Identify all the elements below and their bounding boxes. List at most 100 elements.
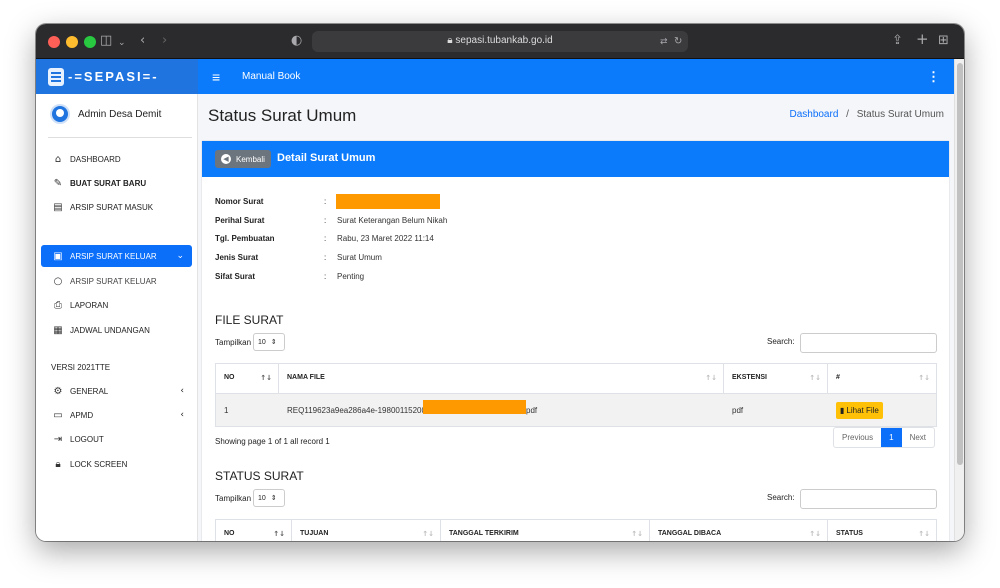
file-length-control: Tampilkan 10 ⇕: [215, 333, 286, 351]
status-search-input[interactable]: [800, 489, 937, 509]
column-header-action[interactable]: # ↑↓: [828, 364, 936, 393]
lihat-file-label: Lihat File: [846, 406, 879, 415]
detail-key: Perihal Surat: [215, 216, 265, 225]
file-icon: ▮: [840, 406, 845, 415]
plus-icon[interactable]: +: [916, 31, 929, 47]
arrow-left-circle-icon: ◀: [221, 154, 231, 164]
sidebar-item-arsip-surat-keluar[interactable]: ▣ ARSIP SURAT KELUAR ⌄: [41, 245, 192, 267]
inbox-icon: ▤: [53, 201, 63, 213]
browser-toolbar: ◫ ⌄ ‹ › ◐ 🔒︎ sepasi.tubankab.go.id ⇄ ↻ ⇪…: [36, 24, 964, 59]
sidebar-subitem-arsip-surat-keluar[interactable]: ○ ARSIP SURAT KELUAR: [41, 270, 192, 292]
page-scrollbar[interactable]: [954, 59, 964, 541]
cell-name-prefix: REQ119623a9ea286a4e-198001152008: [287, 406, 431, 415]
manual-book-link[interactable]: Manual Book: [242, 71, 300, 82]
column-header-status[interactable]: STATUS ↑↓: [828, 520, 936, 541]
logout-icon: ⇥: [53, 433, 63, 445]
reload-icon[interactable]: ↻: [674, 34, 682, 50]
tabs-grid-icon[interactable]: ⊞: [938, 33, 949, 49]
brand-bar[interactable]: -=SEPASI=-: [36, 59, 198, 94]
file-search-input[interactable]: [800, 333, 937, 353]
hamburger-menu-icon[interactable]: ≡: [212, 69, 220, 85]
column-label: TANGGAL DIBACA: [658, 530, 722, 537]
translate-icon[interactable]: ⇄: [660, 34, 668, 50]
scrollbar-thumb[interactable]: [957, 63, 963, 465]
detail-colon: :: [324, 216, 327, 225]
length-value: 10: [258, 494, 266, 502]
column-header-ekstensi[interactable]: EKSTENSI ↑↓: [724, 364, 828, 393]
sidebar-item-jadwal-undangan[interactable]: ▦ JADWAL UNDANGAN: [41, 319, 192, 341]
sidebar-item-buat-surat-baru[interactable]: ✎ BUAT SURAT BARU: [41, 172, 192, 194]
sidebar-item-dashboard[interactable]: ⌂ DASHBOARD: [41, 148, 192, 170]
next-page-button[interactable]: Next: [902, 428, 934, 447]
more-options-icon[interactable]: ⋮: [927, 69, 940, 85]
sort-icon: ↑↓: [260, 374, 272, 382]
lock-icon: 🔒︎: [55, 458, 61, 470]
address-bar[interactable]: 🔒︎ sepasi.tubankab.go.id ⇄ ↻: [312, 31, 688, 52]
detail-key: Tgl. Pembuatan: [215, 234, 275, 243]
version-label: VERSI 2021TTE: [51, 363, 111, 372]
updown-icon: ⇕: [270, 494, 277, 502]
column-header-nama-file[interactable]: NAMA FILE ↑↓: [279, 364, 724, 393]
status-section-title: STATUS SURAT: [215, 469, 304, 483]
column-label: TUJUAN: [300, 530, 329, 537]
file-pagination: Previous 1 Next: [833, 427, 936, 448]
chevron-left-icon: ‹: [180, 386, 184, 396]
lihat-file-button[interactable]: ▮ Lihat File: [836, 402, 883, 419]
sidebar-item-label: LOCK SCREEN: [70, 459, 128, 469]
status-length-control: Tampilkan 10 ⇕: [215, 489, 286, 507]
sidebar-item-general[interactable]: ⚙ GENERAL ‹: [41, 380, 192, 402]
browser-window: ◫ ⌄ ‹ › ◐ 🔒︎ sepasi.tubankab.go.id ⇄ ↻ ⇪…: [36, 24, 964, 541]
column-header-tanggal-terkirim[interactable]: TANGGAL TERKIRIM ↑↓: [441, 520, 650, 541]
detail-colon: :: [324, 253, 327, 262]
home-icon: ⌂: [54, 153, 62, 165]
sort-icon: ↑↓: [809, 374, 821, 382]
column-header-tanggal-dibaca[interactable]: TANGGAL DIBACA ↑↓: [650, 520, 828, 541]
sidebar-item-arsip-surat-masuk[interactable]: ▤ ARSIP SURAT MASUK: [41, 196, 192, 218]
column-label: NO: [224, 374, 235, 381]
chevron-down-icon[interactable]: ⌄: [118, 35, 126, 51]
previous-page-button[interactable]: Previous: [834, 428, 881, 447]
sort-icon: ↑↓: [631, 530, 643, 538]
sidebar-item-logout[interactable]: ⇥ LOGOUT: [41, 428, 192, 450]
page-1-button[interactable]: 1: [881, 428, 902, 447]
sidebar-item-label: LOGOUT: [70, 434, 104, 444]
cell-ext: pdf: [732, 406, 744, 415]
detail-card: ◀ Kembali Detail Surat Umum Nomor Surat …: [202, 141, 949, 541]
chevron-left-icon[interactable]: ‹: [140, 33, 145, 49]
sidebar-item-laporan[interactable]: ⎙ LAPORAN: [41, 294, 192, 316]
shield-icon[interactable]: ◐: [291, 33, 302, 49]
chevron-left-icon: ‹: [180, 410, 184, 420]
detail-value: Rabu, 23 Maret 2022 11:14: [337, 234, 434, 243]
close-window-button[interactable]: [48, 36, 60, 48]
back-button-label: Kembali: [236, 154, 265, 164]
minimize-window-button[interactable]: [66, 36, 78, 48]
sidebar-item-label: LAPORAN: [70, 300, 109, 310]
top-navbar: ≡ Manual Book ⋮: [198, 59, 954, 94]
column-label: TANGGAL TERKIRIM: [449, 530, 519, 537]
updown-icon: ⇕: [270, 338, 277, 346]
breadcrumb-dashboard-link[interactable]: Dashboard: [789, 109, 838, 120]
sidebar-item-lock-screen[interactable]: 🔒︎ LOCK SCREEN: [41, 453, 192, 475]
sidebar-item-label: APMD: [70, 410, 94, 420]
user-panel[interactable]: Admin Desa Demit: [50, 104, 161, 124]
share-icon[interactable]: ⇪: [892, 33, 903, 49]
cell-no: 1: [224, 406, 229, 415]
table-row: 1 REQ119623a9ea286a4e-198001152008 pdf p…: [216, 393, 936, 426]
status-length-select[interactable]: 10 ⇕: [253, 489, 286, 507]
column-header-no[interactable]: NO ↑↓: [216, 520, 292, 541]
detail-key: Sifat Surat: [215, 272, 256, 281]
breadcrumb-separator: /: [846, 109, 849, 120]
column-header-no[interactable]: NO ↑↓: [216, 364, 279, 393]
file-search-label: Search:: [767, 337, 795, 346]
back-button[interactable]: ◀ Kembali: [215, 150, 271, 168]
file-length-select[interactable]: 10 ⇕: [253, 333, 286, 351]
chevron-right-icon[interactable]: ›: [162, 33, 167, 49]
maximize-window-button[interactable]: [84, 36, 96, 48]
sidebar-icon[interactable]: ◫: [100, 33, 112, 49]
sidebar-item-apmd[interactable]: ▭ APMD ‹: [41, 404, 192, 426]
sort-icon: ↑↓: [273, 530, 285, 538]
id-card-icon: ▭: [53, 409, 63, 421]
column-header-tujuan[interactable]: TUJUAN ↑↓: [292, 520, 441, 541]
gear-icon: ⚙: [53, 385, 63, 397]
breadcrumb: Dashboard / Status Surat Umum: [789, 109, 944, 120]
